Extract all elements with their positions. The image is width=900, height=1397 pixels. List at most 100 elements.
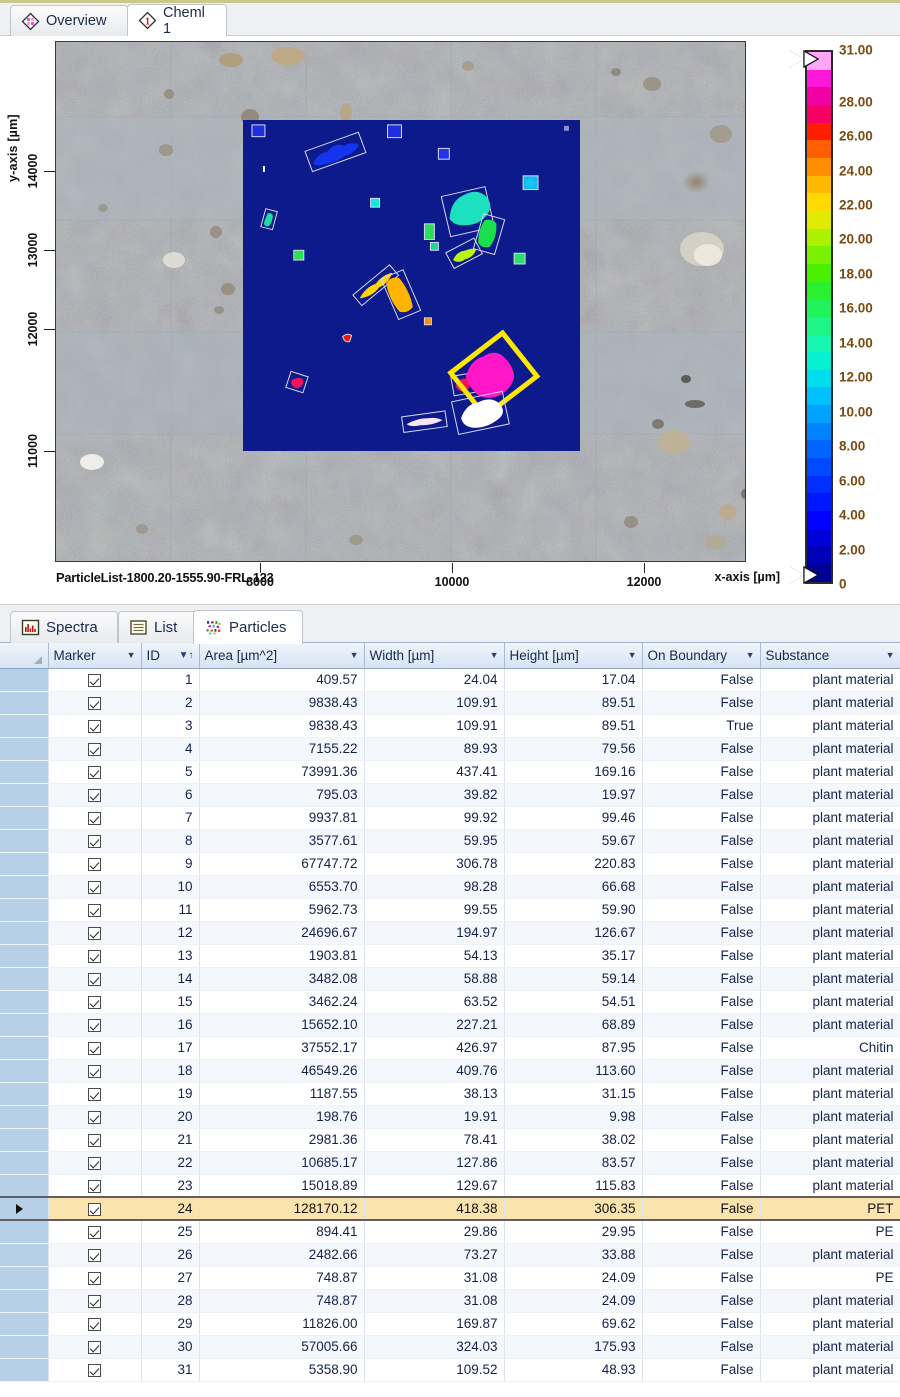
cell-id[interactable]: 17	[141, 1036, 200, 1060]
row-selector-cell[interactable]	[0, 944, 49, 968]
colorbar-gradient[interactable]	[805, 50, 833, 584]
cell-area[interactable]: 3462.24	[199, 990, 365, 1014]
table-row[interactable]: 17 37552.17 426.97 87.95 False Chitin	[0, 1036, 900, 1060]
cell-width[interactable]: 98.28	[364, 875, 505, 899]
cell-on-boundary[interactable]: False	[642, 1220, 761, 1244]
cell-on-boundary[interactable]: False	[642, 1174, 761, 1198]
marker-cell[interactable]	[48, 1196, 142, 1221]
marker-cell[interactable]	[48, 1220, 142, 1244]
cell-height[interactable]: 83.57	[504, 1151, 643, 1175]
marker-checkbox[interactable]	[88, 1226, 101, 1240]
marker-checkbox[interactable]	[88, 696, 101, 710]
cell-id[interactable]: 13	[141, 944, 200, 968]
cell-id[interactable]: 3	[141, 714, 200, 738]
marker-cell[interactable]	[48, 898, 142, 922]
table-row[interactable]: 10 6553.70 98.28 66.68 False plant material	[0, 875, 900, 899]
cell-on-boundary[interactable]: False	[642, 967, 761, 991]
cell-id[interactable]: 9	[141, 852, 200, 876]
cell-width[interactable]: 99.55	[364, 898, 505, 922]
cell-width[interactable]: 54.13	[364, 944, 505, 968]
cell-id[interactable]: 1	[141, 668, 200, 692]
row-selector-cell[interactable]	[0, 1151, 49, 1175]
cell-substance[interactable]: plant material	[760, 1243, 900, 1267]
marker-checkbox[interactable]	[88, 880, 101, 894]
marker-checkbox[interactable]	[88, 1363, 101, 1377]
row-selector-cell[interactable]	[0, 760, 49, 784]
cell-id[interactable]: 20	[141, 1105, 200, 1129]
row-selector-cell[interactable]	[0, 829, 49, 853]
marker-checkbox[interactable]	[88, 834, 101, 848]
marker-checkbox[interactable]	[88, 926, 101, 940]
table-row[interactable]: 4 7155.22 89.93 79.56 False plant material	[0, 737, 900, 761]
cell-on-boundary[interactable]: False	[642, 668, 761, 692]
cell-width[interactable]: 426.97	[364, 1036, 505, 1060]
cell-height[interactable]: 87.95	[504, 1036, 643, 1060]
row-selector-cell[interactable]	[0, 737, 49, 761]
row-selector-cell[interactable]	[0, 806, 49, 830]
row-selector-cell[interactable]	[0, 1220, 49, 1244]
cell-width[interactable]: 78.41	[364, 1128, 505, 1152]
cell-width[interactable]: 39.82	[364, 783, 505, 807]
tab-overview[interactable]: Overview	[10, 5, 128, 36]
cell-substance[interactable]: plant material	[760, 737, 900, 761]
column-header-substance[interactable]: Substance ▼	[760, 643, 900, 669]
row-selector-cell[interactable]	[0, 990, 49, 1014]
table-row[interactable]: 16 15652.10 227.21 68.89 False plant material	[0, 1013, 900, 1037]
cell-substance[interactable]: plant material	[760, 714, 900, 738]
cell-substance[interactable]: plant material	[760, 1335, 900, 1359]
table-row[interactable]: 20 198.76 19.91 9.98 False plant material	[0, 1105, 900, 1129]
marker-checkbox[interactable]	[88, 1133, 101, 1147]
cell-id[interactable]: 2	[141, 691, 200, 715]
table-row[interactable]: 2 9838.43 109.91 89.51 False plant material	[0, 691, 900, 715]
table-row[interactable]: 31 5358.90 109.52 48.93 False plant material	[0, 1358, 900, 1382]
marker-cell[interactable]	[48, 852, 142, 876]
row-selector-cell[interactable]	[0, 1059, 49, 1083]
cell-id[interactable]: 12	[141, 921, 200, 945]
tab-spectra[interactable]: Spectra	[10, 611, 118, 643]
cell-area[interactable]: 409.57	[199, 668, 365, 692]
cell-height[interactable]: 115.83	[504, 1174, 643, 1198]
cell-id[interactable]: 19	[141, 1082, 200, 1106]
marker-checkbox[interactable]	[88, 742, 101, 756]
cell-substance[interactable]: plant material	[760, 1105, 900, 1129]
cell-area[interactable]: 2981.36	[199, 1128, 365, 1152]
cell-area[interactable]: 3482.08	[199, 967, 365, 991]
column-header-id[interactable]: ID ▼↑	[141, 643, 200, 669]
cell-on-boundary[interactable]: False	[642, 990, 761, 1014]
marker-cell[interactable]	[48, 967, 142, 991]
row-selector-cell[interactable]	[0, 783, 49, 807]
cell-height[interactable]: 59.14	[504, 967, 643, 991]
cell-on-boundary[interactable]: False	[642, 760, 761, 784]
marker-cell[interactable]	[48, 783, 142, 807]
column-header-marker[interactable]: Marker ▼	[48, 643, 142, 669]
cell-area[interactable]: 24696.67	[199, 921, 365, 945]
table-row[interactable]: 5 73991.36 437.41 169.16 False plant material	[0, 760, 900, 784]
cell-id[interactable]: 4	[141, 737, 200, 761]
cell-substance[interactable]: plant material	[760, 783, 900, 807]
marker-cell[interactable]	[48, 1151, 142, 1175]
row-selector-cell[interactable]	[0, 898, 49, 922]
cell-area[interactable]: 15652.10	[199, 1013, 365, 1037]
marker-cell[interactable]	[48, 829, 142, 853]
cell-on-boundary[interactable]: False	[642, 1082, 761, 1106]
row-selector-cell[interactable]	[0, 1335, 49, 1359]
marker-cell[interactable]	[48, 1243, 142, 1267]
marker-checkbox[interactable]	[88, 1087, 101, 1101]
cell-area[interactable]: 6553.70	[199, 875, 365, 899]
table-row[interactable]: 15 3462.24 63.52 54.51 False plant material	[0, 990, 900, 1014]
cell-width[interactable]: 194.97	[364, 921, 505, 945]
table-row[interactable]: 9 67747.72 306.78 220.83 False plant material	[0, 852, 900, 876]
cell-width[interactable]: 169.87	[364, 1312, 505, 1336]
cell-width[interactable]: 38.13	[364, 1082, 505, 1106]
cell-area[interactable]: 10685.17	[199, 1151, 365, 1175]
row-selector-cell[interactable]	[0, 1358, 49, 1382]
cell-id[interactable]: 29	[141, 1312, 200, 1336]
cell-on-boundary[interactable]: False	[642, 1243, 761, 1267]
marker-checkbox[interactable]	[88, 673, 101, 687]
marker-checkbox[interactable]	[88, 788, 101, 802]
cell-on-boundary[interactable]: False	[642, 1196, 761, 1221]
cell-substance[interactable]: plant material	[760, 990, 900, 1014]
row-selector-cell[interactable]	[0, 668, 49, 692]
cell-substance[interactable]: plant material	[760, 898, 900, 922]
table-row[interactable]: 3 9838.43 109.91 89.51 True plant material	[0, 714, 900, 738]
